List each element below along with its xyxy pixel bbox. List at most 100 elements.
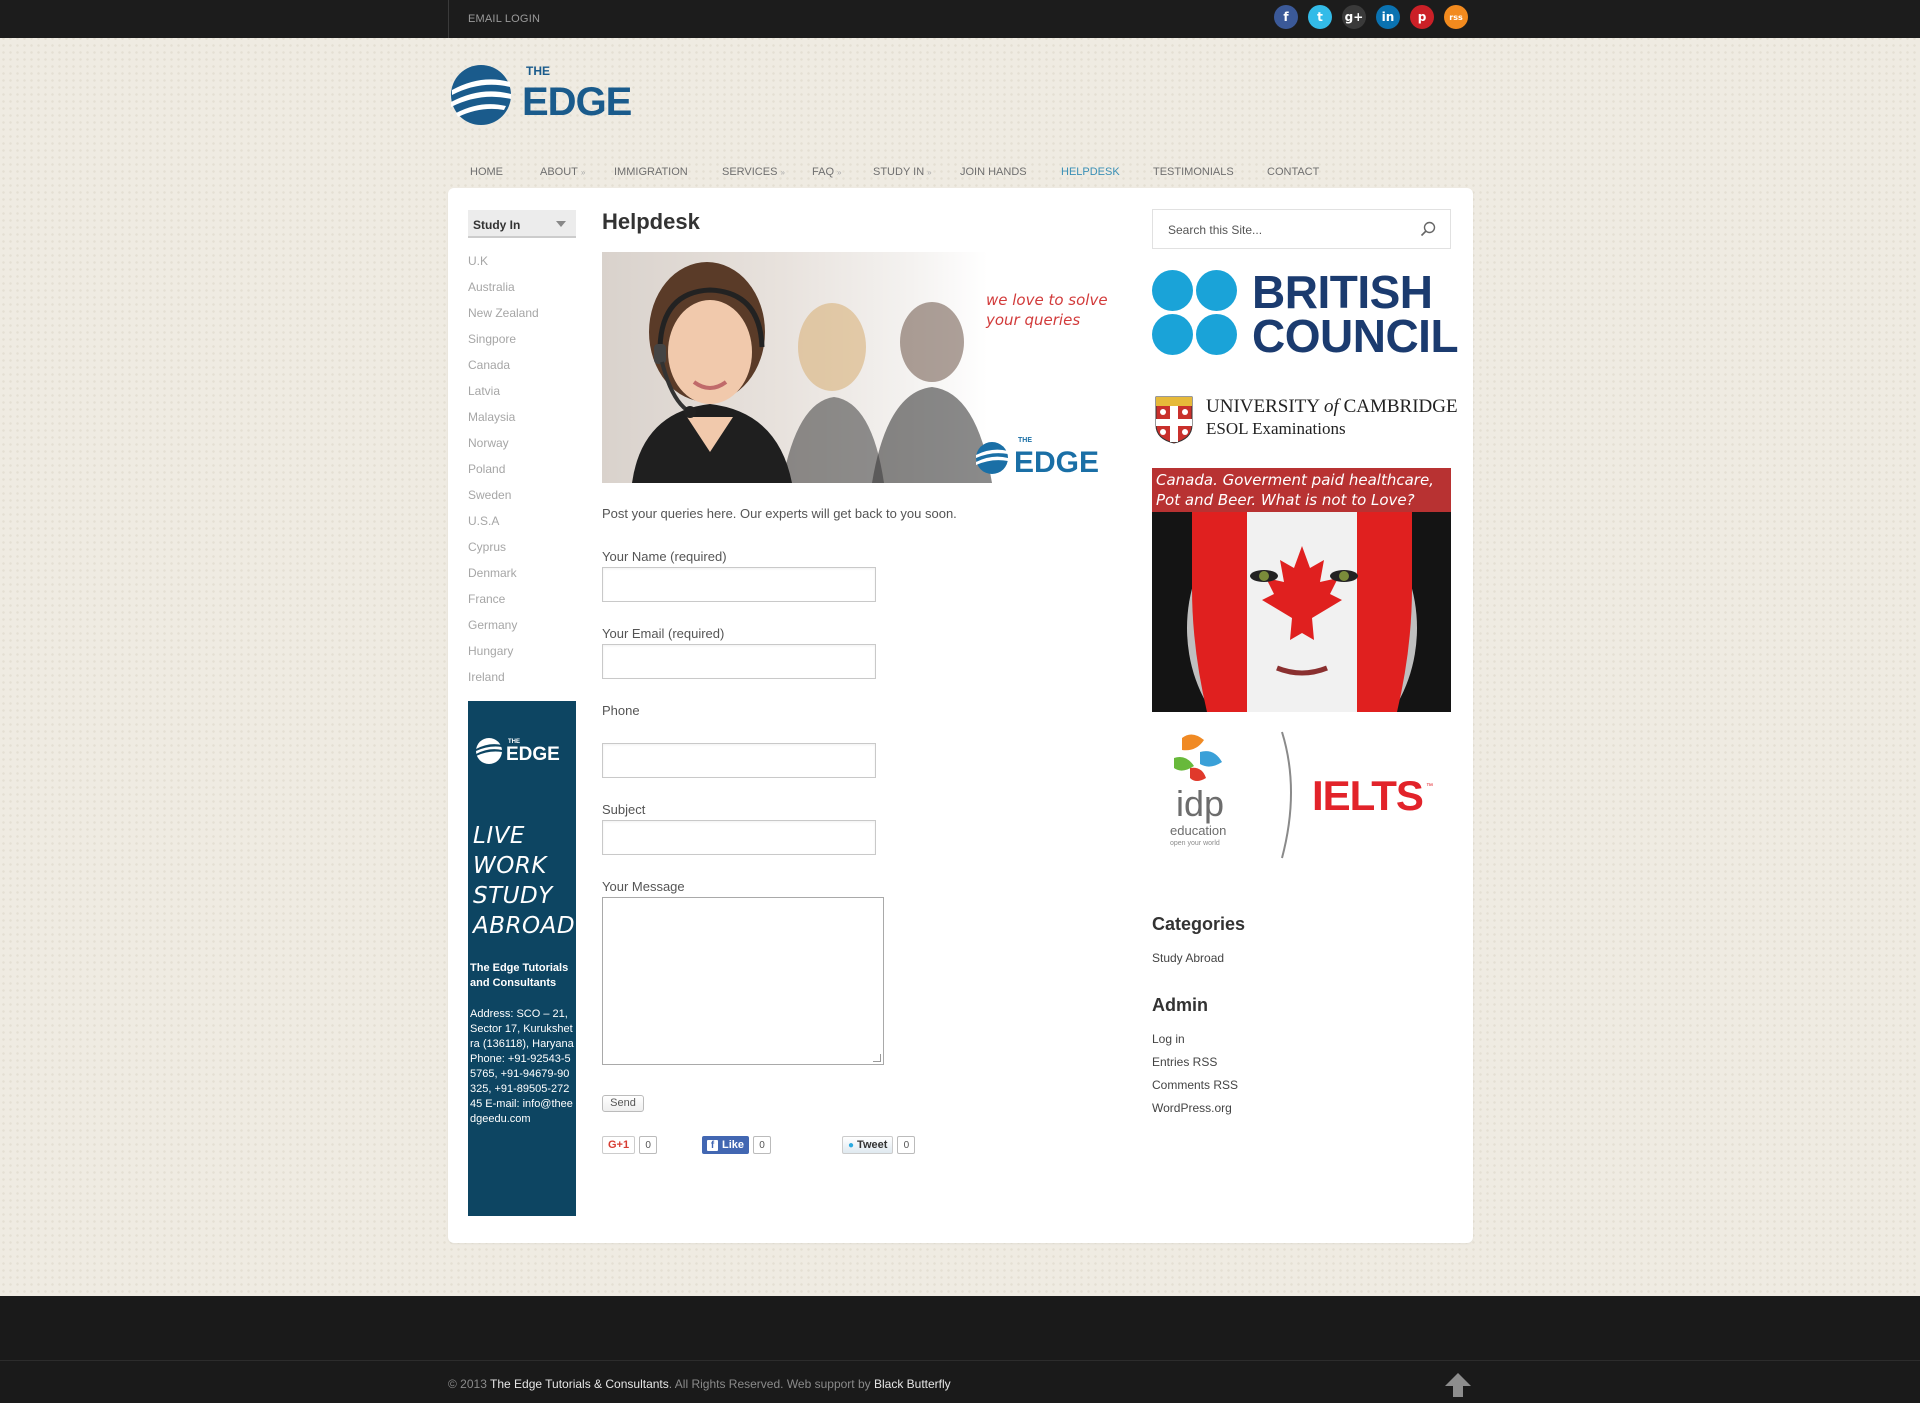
country-link[interactable]: New Zealand bbox=[468, 306, 539, 332]
nav-immigration[interactable]: IMMIGRATION bbox=[614, 166, 688, 178]
name-field[interactable] bbox=[602, 567, 876, 602]
svg-text:open your world: open your world bbox=[1170, 840, 1220, 847]
edge-logo-icon: THE EDGE bbox=[476, 738, 560, 765]
send-button[interactable]: Send bbox=[602, 1095, 644, 1112]
google-plus-icon[interactable]: g+ bbox=[1342, 5, 1366, 29]
country-link[interactable]: U.K bbox=[468, 254, 539, 280]
nav-study-in[interactable]: STUDY IN» bbox=[873, 166, 932, 178]
like-count: 0 bbox=[753, 1136, 772, 1154]
site-search[interactable]: Search this Site... bbox=[1152, 209, 1451, 249]
svg-text:idp: idp bbox=[1176, 783, 1224, 824]
admin-link[interactable]: Entries RSS bbox=[1152, 1055, 1238, 1078]
admin-list: Log in Entries RSS Comments RSS WordPress.o… bbox=[1152, 1032, 1238, 1124]
british-council-text: BRITISH COUNCIL bbox=[1252, 266, 1459, 362]
intro-text: Post your queries here. Our experts will… bbox=[602, 506, 957, 521]
cambridge-crest-icon bbox=[1155, 396, 1193, 444]
search-icon[interactable] bbox=[1420, 221, 1436, 237]
svg-text:education: education bbox=[1170, 823, 1226, 838]
country-link[interactable]: Cyprus bbox=[468, 540, 539, 566]
country-link[interactable]: Latvia bbox=[468, 384, 539, 410]
admin-link[interactable]: Log in bbox=[1152, 1032, 1238, 1055]
tweet-count: 0 bbox=[897, 1136, 916, 1154]
tweet-button[interactable]: ● Tweet bbox=[842, 1136, 894, 1154]
message-textarea[interactable] bbox=[602, 897, 884, 1065]
email-login-link[interactable]: EMAIL LOGIN bbox=[468, 13, 540, 25]
country-link[interactable]: Malaysia bbox=[468, 410, 539, 436]
facebook-like-button[interactable]: f Like bbox=[702, 1136, 750, 1154]
svg-text:THE: THE bbox=[526, 64, 550, 78]
british-council-logo[interactable]: BRITISH COUNCIL bbox=[1152, 269, 1459, 359]
country-link[interactable]: Norway bbox=[468, 436, 539, 462]
chevron-down-icon bbox=[556, 221, 566, 227]
nav-contact[interactable]: CONTACT bbox=[1267, 166, 1319, 178]
admin-title: Admin bbox=[1152, 995, 1208, 1015]
country-link[interactable]: Canada bbox=[468, 358, 539, 384]
subject-label: Subject bbox=[602, 802, 646, 817]
nav-testimonials[interactable]: TESTIMONIALS bbox=[1153, 166, 1234, 178]
back-to-top-icon[interactable] bbox=[1444, 1372, 1472, 1398]
nav-services[interactable]: SERVICES» bbox=[722, 166, 785, 178]
social-icons: f t g+ in p rss bbox=[1274, 5, 1468, 29]
nav-arrow-icon: » bbox=[927, 168, 932, 177]
category-link[interactable]: Study Abroad bbox=[1152, 951, 1224, 974]
nav-arrow-icon: » bbox=[580, 168, 586, 177]
cambridge-esol-logo[interactable]: UNIVERSITY of CAMBRIDGE ESOL Examination… bbox=[1152, 393, 1458, 447]
nav-arrow-icon: » bbox=[837, 168, 842, 177]
gplus-share: G+1 0 bbox=[602, 1136, 658, 1154]
nav-faq[interactable]: FAQ» bbox=[812, 166, 841, 178]
email-field[interactable] bbox=[602, 644, 876, 679]
country-link[interactable]: Poland bbox=[468, 462, 539, 488]
promo-banner[interactable]: THE EDGE LIVE WORK STUDY ABROAD The Edge… bbox=[468, 701, 576, 1216]
country-link[interactable]: U.S.A bbox=[468, 514, 539, 540]
email-label: Your Email (required) bbox=[602, 626, 725, 641]
promo-company: The Edge Tutorials and Consultants bbox=[470, 962, 569, 989]
idp-ielts-logo[interactable]: idp education open your world IELTS ™ bbox=[1152, 730, 1452, 860]
nav-home[interactable]: HOME bbox=[470, 166, 503, 178]
search-input[interactable]: Search this Site... bbox=[1168, 223, 1262, 237]
country-list: U.K Australia New Zealand Singpore Canada Lat… bbox=[468, 254, 539, 696]
country-link[interactable]: Ireland bbox=[468, 670, 539, 696]
country-link[interactable]: Denmark bbox=[468, 566, 539, 592]
phone-field[interactable] bbox=[602, 743, 876, 778]
site-logo[interactable]: THE EDGE bbox=[448, 60, 658, 130]
copyright: © 2013 The Edge Tutorials & Consultants.… bbox=[448, 1377, 951, 1391]
categories-title: Categories bbox=[1152, 914, 1246, 934]
nav-helpdesk[interactable]: HELPDESK bbox=[1061, 166, 1120, 178]
facebook-icon: f bbox=[707, 1139, 718, 1151]
rss-icon[interactable]: rss bbox=[1444, 5, 1468, 29]
footer-support-link[interactable]: Black Butterfly bbox=[874, 1377, 951, 1391]
facebook-icon[interactable]: f bbox=[1274, 5, 1298, 29]
canada-ad-banner: Canada. Goverment paid healthcare, Pot a… bbox=[1152, 468, 1451, 512]
svg-text:™: ™ bbox=[1426, 783, 1433, 790]
footer bbox=[0, 1296, 1920, 1403]
categories-list: Study Abroad bbox=[1152, 951, 1224, 974]
page-title: Helpdesk bbox=[602, 209, 700, 234]
linkedin-icon[interactable]: in bbox=[1376, 5, 1400, 29]
footer-company-link[interactable]: The Edge Tutorials & Consultants bbox=[490, 1377, 669, 1391]
admin-link[interactable]: Comments RSS bbox=[1152, 1078, 1238, 1101]
study-in-select[interactable]: Study In bbox=[468, 210, 576, 238]
promo-tagline: LIVE WORK STUDY ABROAD bbox=[473, 823, 576, 939]
pinterest-icon[interactable]: p bbox=[1410, 5, 1434, 29]
admin-link[interactable]: WordPress.org bbox=[1152, 1101, 1238, 1124]
nav-about[interactable]: ABOUT» bbox=[540, 166, 585, 178]
footer-divider bbox=[0, 1360, 1920, 1361]
call-center-people-icon: THE EDGE bbox=[632, 262, 1099, 483]
country-link[interactable]: Sweden bbox=[468, 488, 539, 514]
subject-field[interactable] bbox=[602, 820, 876, 855]
canada-ad[interactable]: Canada. Goverment paid healthcare, Pot a… bbox=[1152, 468, 1451, 712]
country-link[interactable]: Hungary bbox=[468, 644, 539, 670]
message-label: Your Message bbox=[602, 879, 685, 894]
gplus-button[interactable]: G+1 bbox=[602, 1136, 636, 1154]
country-link[interactable]: Singpore bbox=[468, 332, 539, 358]
nav-join-hands[interactable]: JOIN HANDS bbox=[960, 166, 1027, 178]
facebook-like: f Like 0 bbox=[702, 1136, 772, 1154]
idp-ielts-icon: idp education open your world IELTS ™ bbox=[1170, 731, 1433, 859]
country-link[interactable]: France bbox=[468, 592, 539, 618]
country-link[interactable]: Australia bbox=[468, 280, 539, 306]
twitter-bird-icon: ● bbox=[848, 1139, 855, 1151]
twitter-icon[interactable]: t bbox=[1308, 5, 1332, 29]
country-link[interactable]: Germany bbox=[468, 618, 539, 644]
nav-arrow-icon: » bbox=[780, 168, 785, 177]
resize-grip-icon[interactable] bbox=[873, 1054, 881, 1062]
